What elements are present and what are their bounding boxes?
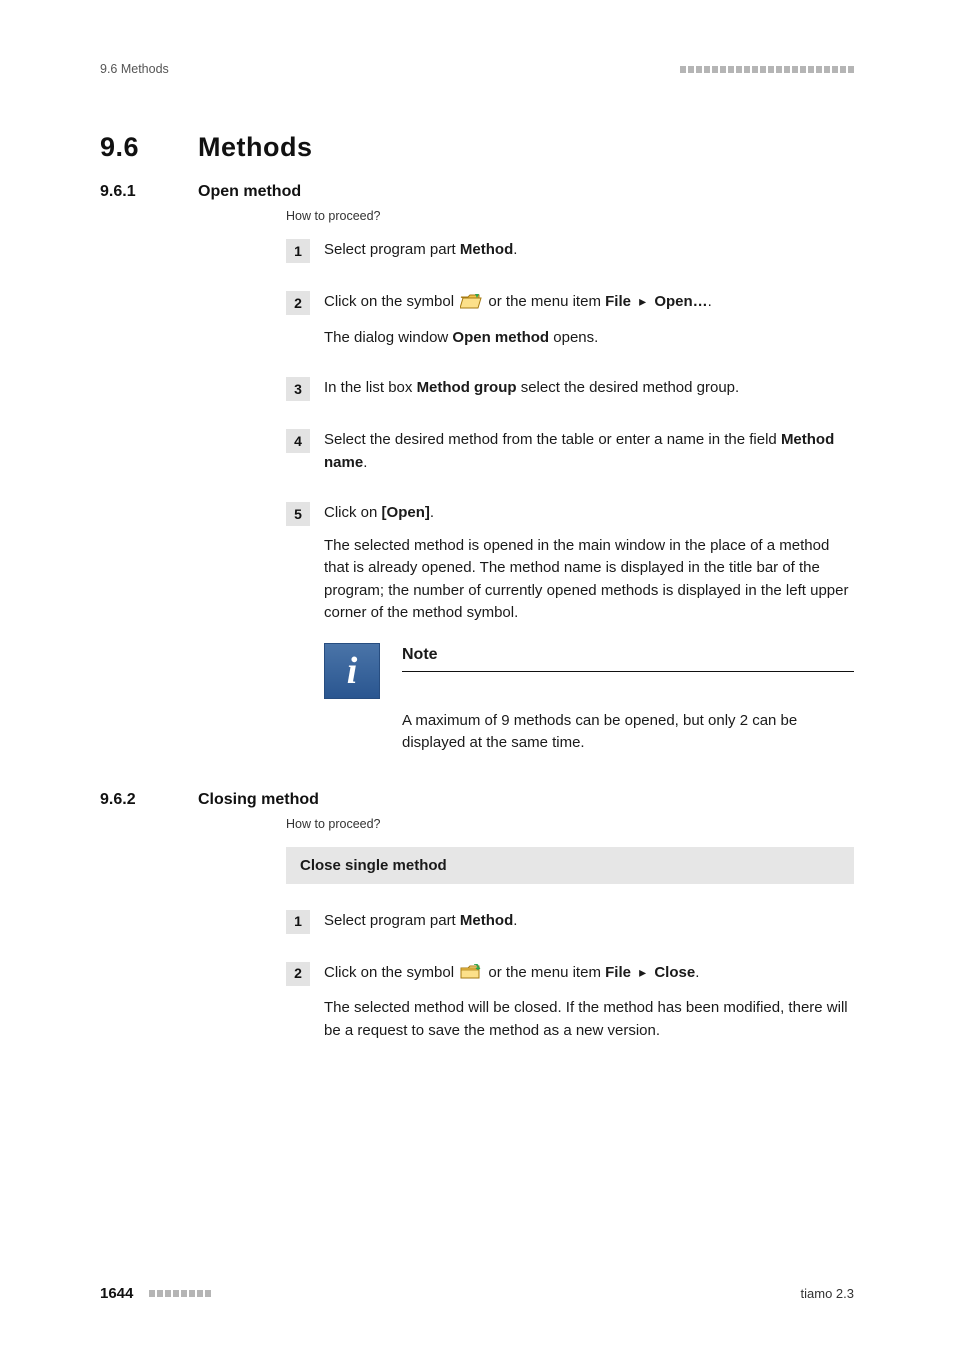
step: 2 Click on the symbol or the menu item F… <box>286 962 854 1043</box>
step: 5 Click on [Open]. The selected method i… <box>286 502 854 755</box>
step-body: Select program part Method. <box>324 910 854 934</box>
text: opens. <box>549 329 598 346</box>
bold: Close <box>654 964 695 981</box>
bold: Open… <box>654 293 707 310</box>
step-number-badge: 2 <box>286 962 310 986</box>
text: Click on the symbol <box>324 293 458 310</box>
howto-label: How to proceed? <box>286 817 854 831</box>
steps-open: 1 Select program part Method. 2 Click on… <box>286 239 854 755</box>
step: 1 Select program part Method. <box>286 239 854 263</box>
running-header: 9.6 Methods <box>100 62 854 76</box>
section-number: 9.6 <box>100 132 198 163</box>
header-dashes <box>680 66 854 73</box>
note-block: i Note A maximum of 9 methods can be ope… <box>324 643 854 755</box>
sub-heading-bar: Close single method <box>286 847 854 884</box>
step-body: Select program part Method. <box>324 239 854 263</box>
howto-label: How to proceed? <box>286 209 854 223</box>
step-body: Click on [Open]. The selected method is … <box>324 502 854 755</box>
note-body: A maximum of 9 methods can be opened, bu… <box>402 710 854 755</box>
subsection-number: 9.6.2 <box>100 791 198 809</box>
step: 4 Select the desired method from the tab… <box>286 429 854 474</box>
step-number-badge: 4 <box>286 429 310 453</box>
open-folder-icon <box>460 293 482 317</box>
footer-dashes <box>149 1290 211 1297</box>
text: Select program part <box>324 241 460 258</box>
text: or the menu item <box>488 293 605 310</box>
text: The selected method is opened in the mai… <box>324 535 854 625</box>
subsection-title: Open method <box>198 183 301 201</box>
breadcrumb: 9.6 Methods <box>100 62 169 76</box>
step-body: Select the desired method from the table… <box>324 429 854 474</box>
text: The dialog window <box>324 329 452 346</box>
note-content: Note A maximum of 9 methods can be opene… <box>402 643 854 755</box>
step-number-badge: 5 <box>286 502 310 526</box>
bold: File <box>605 964 631 981</box>
step-body: Click on the symbol or the menu item Fil… <box>324 291 854 349</box>
bold: Open method <box>452 329 549 346</box>
subsection-heading: 9.6.2 Closing method <box>100 791 854 809</box>
text: In the list box <box>324 379 417 396</box>
note-title: Note <box>402 646 438 663</box>
page-footer: 1644 tiamo 2.3 <box>100 1285 854 1302</box>
steps-close: Close single method 1 Select program par… <box>286 847 854 1043</box>
subsection-title: Closing method <box>198 791 319 809</box>
step-number-badge: 2 <box>286 291 310 315</box>
text: Select program part <box>324 912 460 929</box>
step-number-badge: 1 <box>286 239 310 263</box>
step-number-badge: 1 <box>286 910 310 934</box>
text: or the menu item <box>488 964 605 981</box>
step: 2 Click on the symbol or the menu item F… <box>286 291 854 349</box>
menu-separator-icon: ▸ <box>639 962 646 983</box>
bold: Method <box>460 241 513 258</box>
product-name: tiamo 2.3 <box>801 1286 854 1301</box>
step: 3 In the list box Method group select th… <box>286 377 854 401</box>
text: select the desired method group. <box>517 379 740 396</box>
bold: [Open] <box>382 504 430 521</box>
text: . <box>513 912 517 929</box>
step-number-badge: 3 <box>286 377 310 401</box>
section-title: Methods <box>198 132 313 163</box>
menu-separator-icon: ▸ <box>639 291 646 312</box>
step-body: In the list box Method group select the … <box>324 377 854 401</box>
bold: Method <box>460 912 513 929</box>
step-body: Click on the symbol or the menu item Fil… <box>324 962 854 1043</box>
text: Click on the symbol <box>324 964 458 981</box>
text: . <box>513 241 517 258</box>
bold: File <box>605 293 631 310</box>
text: . <box>708 293 712 310</box>
bold: Method group <box>417 379 517 396</box>
section-heading: 9.6 Methods <box>100 132 854 163</box>
text: The selected method will be closed. If t… <box>324 997 854 1042</box>
step: 1 Select program part Method. <box>286 910 854 934</box>
text: . <box>695 964 699 981</box>
close-folder-icon <box>460 964 482 988</box>
page: 9.6 Methods 9.6 Methods 9.6.1 Open metho… <box>0 0 954 1350</box>
text: Click on <box>324 504 382 521</box>
text: . <box>430 504 434 521</box>
page-number: 1644 <box>100 1285 133 1302</box>
text: . <box>363 454 367 471</box>
subsection-number: 9.6.1 <box>100 183 198 201</box>
info-icon: i <box>324 643 380 699</box>
subsection-heading: 9.6.1 Open method <box>100 183 854 201</box>
text: Select the desired method from the table… <box>324 431 781 448</box>
